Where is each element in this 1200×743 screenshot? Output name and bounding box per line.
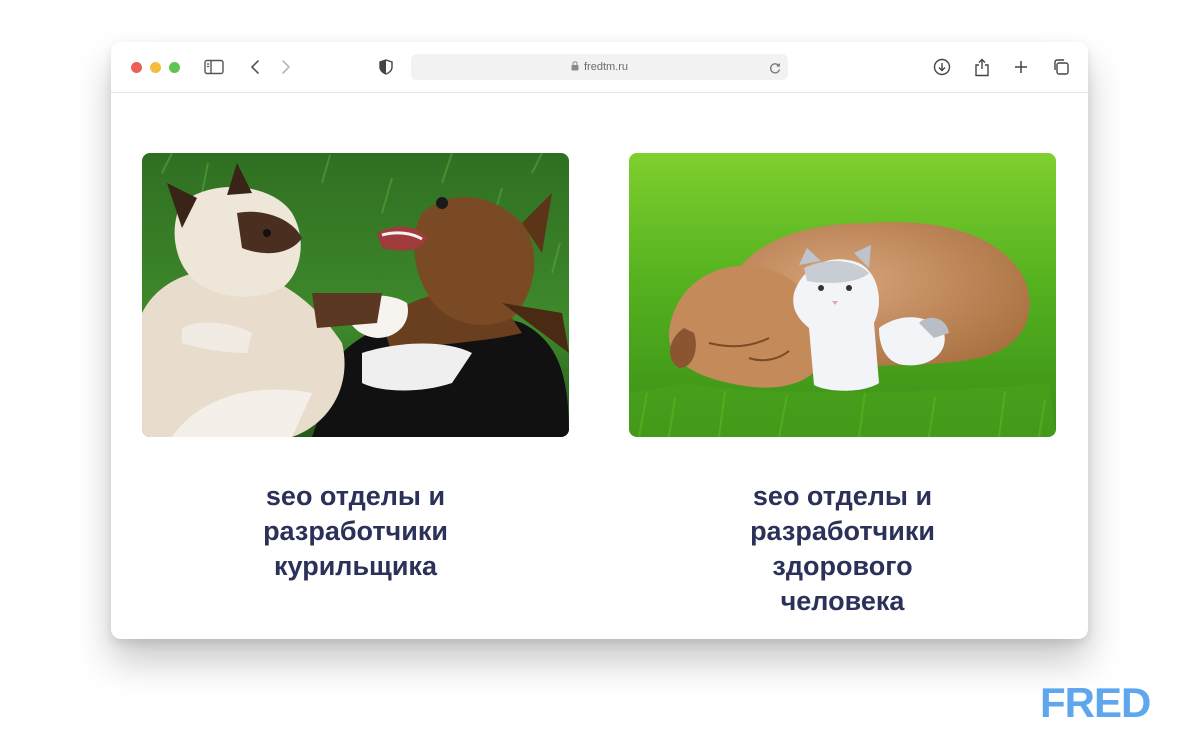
card-healthy: seo отделы и разработчики здорового чело…	[629, 153, 1056, 619]
caption-line: курильщика	[274, 551, 437, 581]
share-icon[interactable]	[970, 55, 994, 79]
page-content: seo отделы и разработчики курильщика seo…	[111, 93, 1088, 639]
url-display: fredtm.ru	[411, 54, 788, 80]
caption-smoker: seo отделы и разработчики курильщика	[142, 479, 569, 584]
sidebar-icon[interactable]	[202, 55, 226, 79]
photo-puppy-kitten-cuddling	[629, 153, 1056, 437]
lock-icon	[571, 60, 579, 74]
browser-toolbar: fredtm.ru	[111, 42, 1088, 93]
caption-line: разработчики	[263, 516, 448, 546]
minimize-window-button[interactable]	[150, 62, 161, 73]
caption-line: seo отделы и	[265, 481, 446, 511]
caption-line: здорового	[772, 551, 913, 581]
chevron-right-icon[interactable]	[274, 55, 298, 79]
stage: fredtm.ru seo отделы и разработчики кури…	[0, 0, 1200, 743]
download-icon[interactable]	[930, 55, 954, 79]
tabs-overview-icon[interactable]	[1049, 55, 1073, 79]
photo-cat-dog-fighting	[142, 153, 569, 437]
caption-line: seo отделы и	[752, 481, 933, 511]
card-smoker: seo отделы и разработчики курильщика	[142, 153, 569, 584]
fred-logo: FRED	[1040, 679, 1151, 726]
caption-healthy: seo отделы и разработчики здорового чело…	[629, 479, 1056, 619]
shield-icon[interactable]	[374, 55, 398, 79]
browser-window: fredtm.ru seo отделы и разработчики кури…	[111, 42, 1088, 639]
caption-line: человека	[780, 586, 905, 616]
zoom-window-button[interactable]	[169, 62, 180, 73]
close-window-button[interactable]	[131, 62, 142, 73]
address-bar[interactable]: fredtm.ru	[411, 54, 788, 80]
plus-icon[interactable]	[1009, 55, 1033, 79]
reload-icon[interactable]	[768, 60, 782, 74]
chevron-left-icon[interactable]	[243, 55, 267, 79]
caption-line: разработчики	[750, 516, 935, 546]
url-text: fredtm.ru	[583, 61, 628, 73]
